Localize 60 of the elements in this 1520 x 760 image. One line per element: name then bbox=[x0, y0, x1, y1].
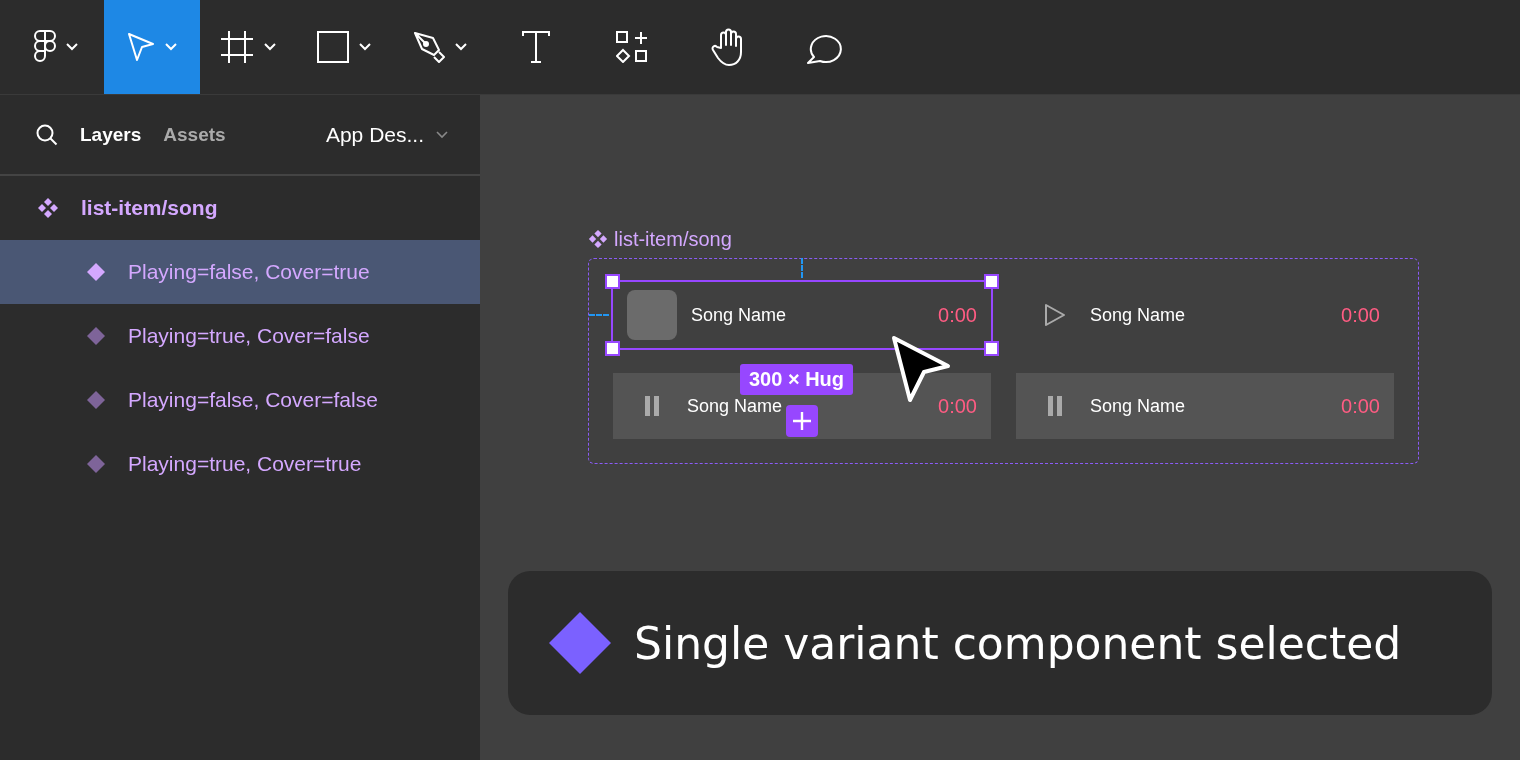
selection-handle[interactable] bbox=[605, 274, 620, 289]
selection-handle[interactable] bbox=[984, 274, 999, 289]
layer-name: Playing=true, Cover=true bbox=[128, 452, 362, 476]
shapes-icon bbox=[616, 31, 648, 63]
pen-icon bbox=[413, 31, 445, 63]
song-name: Song Name bbox=[691, 304, 788, 326]
song-name: Song Name bbox=[1090, 304, 1187, 326]
layer-name: Playing=true, Cover=false bbox=[128, 324, 370, 348]
variant-diamond-icon bbox=[548, 611, 612, 675]
song-list-item[interactable]: Song Name 0:00 bbox=[613, 282, 991, 348]
size-label: 300 × Hug bbox=[740, 364, 854, 395]
panel-tab[interactable]: Layers bbox=[80, 123, 142, 146]
component-set-icon bbox=[588, 229, 608, 249]
selection-handle[interactable] bbox=[605, 341, 620, 356]
layer-row[interactable]: Playing=false, Cover=true bbox=[0, 240, 480, 304]
frame-label: list-item/song bbox=[614, 227, 732, 251]
toast-message: Single variant component selected bbox=[634, 617, 1402, 669]
layer-row[interactable]: Playing=true, Cover=true bbox=[0, 432, 480, 496]
search-icon bbox=[36, 123, 58, 146]
pointer-icon bbox=[127, 32, 155, 62]
component-set-frame[interactable]: Song Name 0:00 Song Name 0:00 Song Name 0:00 Song Name 0:00 300 × Hug bbox=[588, 258, 1419, 464]
frame-icon bbox=[220, 30, 254, 64]
song-list-item[interactable]: Song Name 0:00 bbox=[1016, 373, 1394, 439]
song-time: 0:00 bbox=[938, 303, 977, 327]
song-list-item[interactable]: Song Name 0:00 bbox=[1016, 282, 1394, 348]
add-button[interactable] bbox=[786, 405, 818, 437]
layer-name: Playing=false, Cover=true bbox=[128, 260, 370, 284]
component-set-icon bbox=[37, 197, 59, 219]
selection-handle[interactable] bbox=[984, 341, 999, 356]
variant-diamond-icon bbox=[86, 390, 106, 410]
song-name: Song Name bbox=[687, 395, 784, 417]
page-dropdown[interactable]: App Des... bbox=[325, 122, 448, 147]
song-name: Song Name bbox=[1090, 395, 1187, 417]
chevron-down-icon bbox=[436, 130, 448, 139]
guide-line bbox=[589, 314, 609, 316]
rectangle-icon bbox=[317, 31, 349, 63]
layer-name: list-item/song bbox=[81, 196, 218, 220]
variant-diamond-icon bbox=[86, 454, 106, 474]
song-time: 0:00 bbox=[1341, 394, 1380, 418]
variant-diamond-icon bbox=[86, 262, 106, 282]
song-time: 0:00 bbox=[938, 394, 977, 418]
play-icon bbox=[1044, 303, 1066, 327]
chevron-down-icon bbox=[455, 43, 467, 51]
hand-icon bbox=[711, 28, 745, 66]
layer-row[interactable]: list-item/song bbox=[0, 176, 480, 240]
song-time: 0:00 bbox=[1341, 303, 1380, 327]
chevron-down-icon bbox=[359, 43, 371, 51]
layer-row[interactable]: Playing=true, Cover=false bbox=[0, 304, 480, 368]
variant-diamond-icon bbox=[86, 326, 106, 346]
chevron-down-icon bbox=[165, 43, 177, 51]
panel-tab[interactable]: Assets bbox=[163, 123, 226, 146]
text-icon bbox=[522, 31, 550, 63]
chevron-down-icon bbox=[66, 43, 78, 51]
plus-icon bbox=[792, 411, 812, 431]
logo-icon bbox=[34, 30, 56, 64]
guide-line bbox=[801, 258, 803, 278]
cover-placeholder bbox=[627, 290, 677, 340]
chevron-down-icon bbox=[264, 43, 276, 51]
layer-row[interactable]: Playing=false, Cover=false bbox=[0, 368, 480, 432]
layer-name: Playing=false, Cover=false bbox=[128, 388, 378, 412]
